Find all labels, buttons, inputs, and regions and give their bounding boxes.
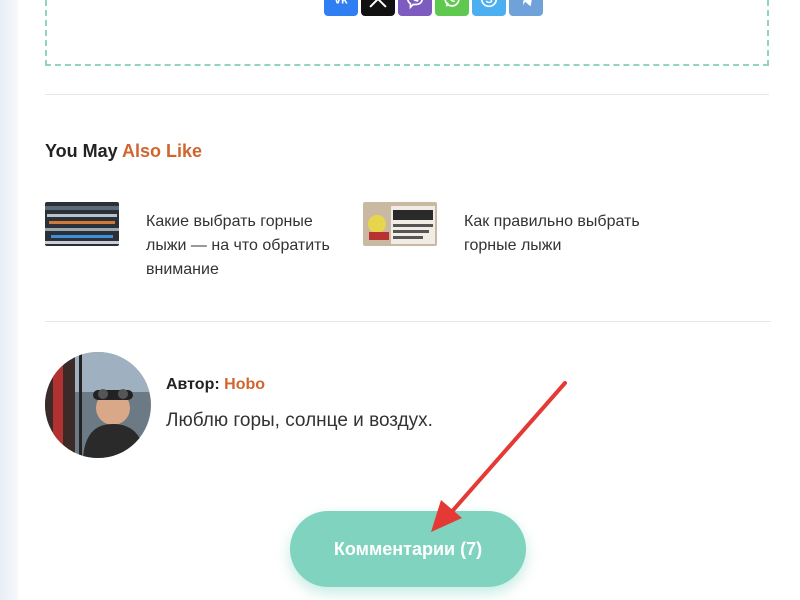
related-post-title[interactable]: Какие выбрать горные лыжи — на что обрат… (146, 210, 346, 282)
viber-icon (407, 0, 423, 10)
share-buttons: vk (324, 0, 543, 16)
author-name-link[interactable]: Hobo (224, 376, 265, 393)
article-card: vk (18, 0, 800, 600)
divider (45, 321, 771, 322)
related-post-thumbnail[interactable] (363, 202, 437, 246)
comments-button[interactable]: Комментарии (7) (290, 511, 526, 587)
x-share-button[interactable] (361, 0, 395, 16)
related-posts-title: You May Also Like (45, 141, 202, 162)
author-avatar (45, 352, 151, 458)
related-title-accent: Also Like (122, 141, 203, 161)
related-post-item[interactable]: Какие выбрать горные лыжи — на что обрат… (45, 202, 346, 282)
svg-text:vk: vk (334, 0, 348, 7)
divider (45, 94, 769, 95)
related-post-thumbnail[interactable] (45, 202, 119, 246)
share-box: vk (45, 0, 769, 66)
skype-share-button[interactable]: S (472, 0, 506, 16)
svg-text:S: S (485, 0, 492, 6)
telegram-share-button[interactable] (509, 0, 543, 16)
related-title-plain: You May (45, 141, 118, 161)
telegram-icon (523, 0, 532, 7)
related-post-item[interactable]: Как правильно выбрать горные лыжи (363, 202, 664, 258)
page-background (0, 0, 18, 600)
skype-icon: S (480, 0, 498, 8)
author-label: Автор: (166, 376, 220, 393)
x-icon (369, 0, 387, 8)
viber-share-button[interactable] (398, 0, 432, 16)
whatsapp-share-button[interactable] (435, 0, 469, 16)
related-post-title[interactable]: Как правильно выбрать горные лыжи (464, 210, 664, 258)
vk-icon: vk (334, 0, 348, 7)
author-bio: Люблю горы, солнце и воздух. (166, 410, 433, 431)
author-line: Автор: Hobo (166, 376, 265, 394)
vk-share-button[interactable]: vk (324, 0, 358, 16)
whatsapp-icon (444, 0, 460, 7)
